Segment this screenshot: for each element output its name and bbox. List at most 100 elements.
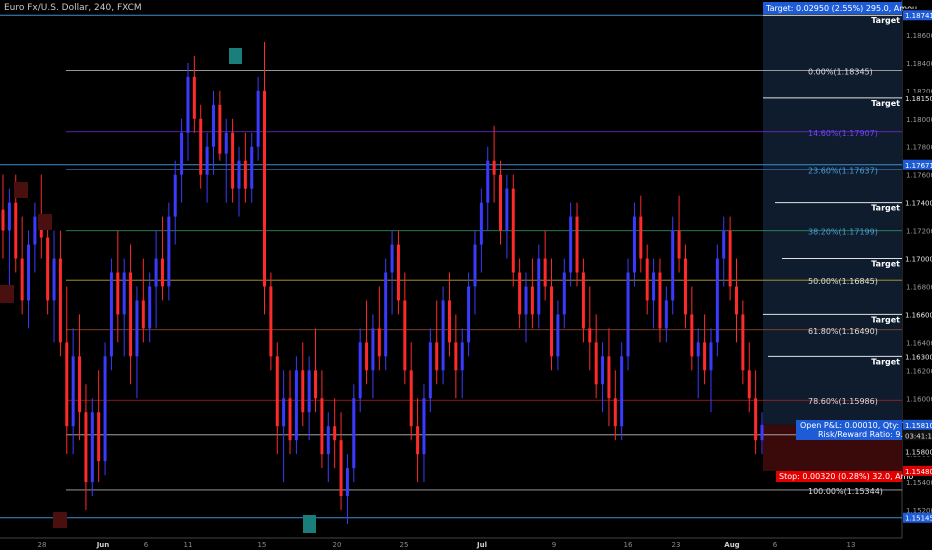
candle-body-68 bbox=[435, 342, 439, 371]
candle-body-8 bbox=[52, 258, 56, 301]
pivot-marker-bottom bbox=[53, 512, 67, 528]
candle-body-81 bbox=[518, 272, 522, 315]
x-tick-label-9: 16 bbox=[624, 541, 633, 549]
candle-body-3 bbox=[20, 258, 24, 301]
candle-body-22 bbox=[141, 300, 145, 329]
candle-body-98 bbox=[626, 272, 630, 357]
candle-body-88 bbox=[562, 272, 566, 315]
price-label-7: 1.16300 bbox=[905, 353, 932, 361]
y-tick-label-2: 1.18400 bbox=[906, 60, 932, 68]
candle-body-25 bbox=[160, 258, 164, 287]
candle-body-43 bbox=[275, 356, 279, 427]
candle-body-76 bbox=[486, 160, 490, 203]
candle-body-58 bbox=[371, 328, 375, 371]
candle-body-4 bbox=[27, 244, 31, 301]
candle-body-51 bbox=[326, 426, 330, 455]
candle-body-10 bbox=[65, 342, 69, 427]
candle-body-86 bbox=[550, 286, 554, 357]
candle-body-118 bbox=[754, 398, 758, 441]
price-label-11: 1.15480 bbox=[905, 468, 932, 476]
y-tick-label-1: 1.18600 bbox=[906, 32, 932, 40]
candle-body-84 bbox=[537, 258, 541, 315]
price-label-8: 1.15810 bbox=[905, 422, 932, 430]
candle-body-100 bbox=[639, 216, 643, 259]
target-label-0: Target bbox=[871, 16, 900, 25]
candle-body-111 bbox=[709, 342, 713, 371]
pivot-marker-top bbox=[14, 182, 28, 198]
x-tick-label-0: 28 bbox=[38, 541, 47, 549]
candle-body-110 bbox=[703, 342, 707, 371]
fib-label-2: 23.60%(1.17637) bbox=[808, 167, 878, 176]
candle-body-106 bbox=[677, 230, 681, 259]
candle-body-14 bbox=[90, 412, 94, 483]
candle-body-24 bbox=[154, 258, 158, 287]
candlestick-chart[interactable]: 0.00%(1.18345) 14.60%(1.17907) 23.60%(1.17… bbox=[0, 0, 932, 550]
candle-body-26 bbox=[167, 216, 171, 287]
candle-body-116 bbox=[741, 314, 745, 371]
y-tick-label-6: 1.17800 bbox=[906, 144, 932, 152]
x-tick-label-1: Jun bbox=[96, 541, 110, 549]
symbol-title: Euro Fx/U.S. Dollar, 240, FXCM bbox=[4, 3, 142, 13]
candle-body-60 bbox=[384, 272, 388, 357]
price-label-12: 1.15145 bbox=[905, 515, 932, 523]
fib-label-0: 0.00%(1.18345) bbox=[808, 68, 873, 77]
candle-body-45 bbox=[288, 398, 292, 441]
fib-label-6: 78.60%(1.15986) bbox=[808, 397, 878, 406]
candle-body-113 bbox=[722, 230, 726, 259]
target-label-4: Target bbox=[871, 315, 900, 324]
pnl-line1: Open P&L: 0.00010, Qty: 781 bbox=[800, 421, 917, 430]
candle-body-44 bbox=[282, 398, 286, 427]
x-tick-label-7: Jul bbox=[476, 541, 487, 549]
candle-body-17 bbox=[109, 272, 113, 357]
candle-body-93 bbox=[594, 342, 598, 385]
stop-info-text: Stop: 0.00320 (0.28%) 32.0, Amo bbox=[779, 472, 913, 481]
candle-body-114 bbox=[728, 230, 732, 287]
candle-body-54 bbox=[345, 468, 349, 497]
y-tick-label-19: 1.15400 bbox=[906, 479, 932, 487]
candle-body-71 bbox=[454, 342, 458, 371]
y-tick-label-11: 1.16800 bbox=[906, 283, 932, 291]
candle-body-92 bbox=[588, 328, 592, 343]
candle-body-105 bbox=[671, 230, 675, 301]
candle-body-96 bbox=[613, 398, 617, 427]
x-tick-label-4: 15 bbox=[258, 541, 267, 549]
candle-body-2 bbox=[14, 202, 18, 259]
candle-body-104 bbox=[664, 300, 668, 329]
candle-body-52 bbox=[333, 426, 337, 441]
candle-body-64 bbox=[409, 370, 413, 427]
candle-body-72 bbox=[460, 342, 464, 371]
x-tick-label-8: 9 bbox=[552, 541, 556, 549]
candle-body-103 bbox=[658, 272, 662, 329]
candle-body-15 bbox=[97, 412, 101, 462]
price-label-4: 1.17400 bbox=[905, 200, 932, 208]
candle-body-12 bbox=[78, 356, 82, 413]
candle-body-18 bbox=[116, 272, 120, 315]
candle-body-83 bbox=[530, 286, 534, 315]
candle-body-79 bbox=[505, 188, 509, 231]
fib-label-4: 50.00%(1.16845) bbox=[808, 277, 878, 286]
candle-body-7 bbox=[46, 237, 50, 301]
candle-body-80 bbox=[511, 188, 515, 273]
candle-body-67 bbox=[428, 342, 432, 399]
candle-body-49 bbox=[314, 370, 318, 399]
candle-body-74 bbox=[473, 244, 477, 287]
candle-body-47 bbox=[301, 370, 305, 413]
candle-body-13 bbox=[84, 412, 88, 483]
candle-body-66 bbox=[422, 398, 426, 455]
candle-body-27 bbox=[173, 174, 177, 217]
candle-body-77 bbox=[492, 160, 496, 175]
candle-body-108 bbox=[690, 314, 694, 357]
candle-body-94 bbox=[601, 356, 605, 385]
candle-body-62 bbox=[396, 244, 400, 301]
candle-body-99 bbox=[632, 216, 636, 273]
candle-body-50 bbox=[320, 398, 324, 455]
price-label-2: 1.18150 bbox=[905, 95, 932, 103]
candle-body-42 bbox=[269, 286, 273, 357]
y-tick-label-9: 1.17200 bbox=[906, 228, 932, 236]
candle-body-78 bbox=[498, 174, 502, 231]
candle-body-101 bbox=[645, 258, 649, 301]
price-label-9: 03:41:12 bbox=[905, 432, 932, 440]
candle-body-56 bbox=[358, 342, 362, 399]
pnl-line2: Risk/Reward Ratio: 9.22 bbox=[818, 430, 913, 439]
y-tick-label-15: 1.16200 bbox=[906, 367, 932, 375]
